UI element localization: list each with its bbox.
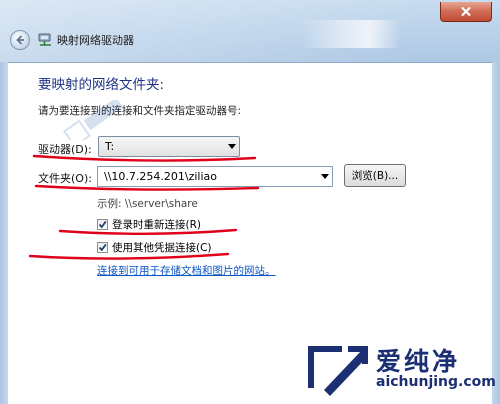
storage-website-link[interactable]: 连接到可用于存储文档和图片的网站。 — [97, 263, 276, 278]
drive-select[interactable]: T: — [98, 136, 240, 157]
network-drive-icon — [38, 33, 51, 46]
dropdown-arrow-icon — [225, 144, 239, 149]
close-icon — [461, 6, 471, 17]
window-titlebar: 映射网络驱动器 — [0, 0, 500, 62]
credentials-label: 使用其他凭据连接(C) — [112, 242, 212, 254]
window-frame-right — [492, 62, 500, 404]
credentials-checkbox[interactable] — [97, 242, 108, 253]
close-button[interactable] — [440, 2, 492, 22]
titlebar-blur — [300, 20, 400, 48]
browse-button[interactable]: 浏览(B)... — [344, 164, 406, 187]
reconnect-option[interactable]: 登录时重新连接(R) — [97, 217, 201, 232]
example-text: 示例: \\server\share — [97, 198, 198, 210]
dialog-description: 请为要连接到的连接和文件夹指定驱动器号: — [38, 105, 242, 117]
back-button[interactable] — [10, 30, 30, 50]
watermark-site-name: 爱纯净 — [376, 347, 461, 376]
watermark-site-url: aichunjing.com — [376, 374, 496, 390]
reconnect-checkbox[interactable] — [97, 219, 108, 230]
window-frame-left — [0, 62, 8, 404]
folder-input[interactable]: \\10.7.254.201\ziliao — [97, 166, 333, 187]
drive-select-value: T: — [105, 140, 115, 153]
dialog-heading: 要映射的网络文件夹: — [38, 77, 165, 93]
dropdown-arrow-icon[interactable] — [318, 174, 332, 179]
window-title: 映射网络驱动器 — [57, 34, 134, 47]
folder-label: 文件夹(O): — [38, 172, 92, 185]
back-arrow-icon — [16, 35, 24, 45]
watermark-logo-icon — [308, 346, 368, 396]
checkmark-icon — [98, 220, 107, 229]
folder-input-value: \\10.7.254.201\ziliao — [104, 170, 218, 183]
checkmark-icon — [98, 243, 107, 252]
drive-label: 驱动器(D): — [38, 143, 92, 156]
reconnect-label: 登录时重新连接(R) — [112, 219, 201, 231]
credentials-option[interactable]: 使用其他凭据连接(C) — [97, 240, 212, 255]
